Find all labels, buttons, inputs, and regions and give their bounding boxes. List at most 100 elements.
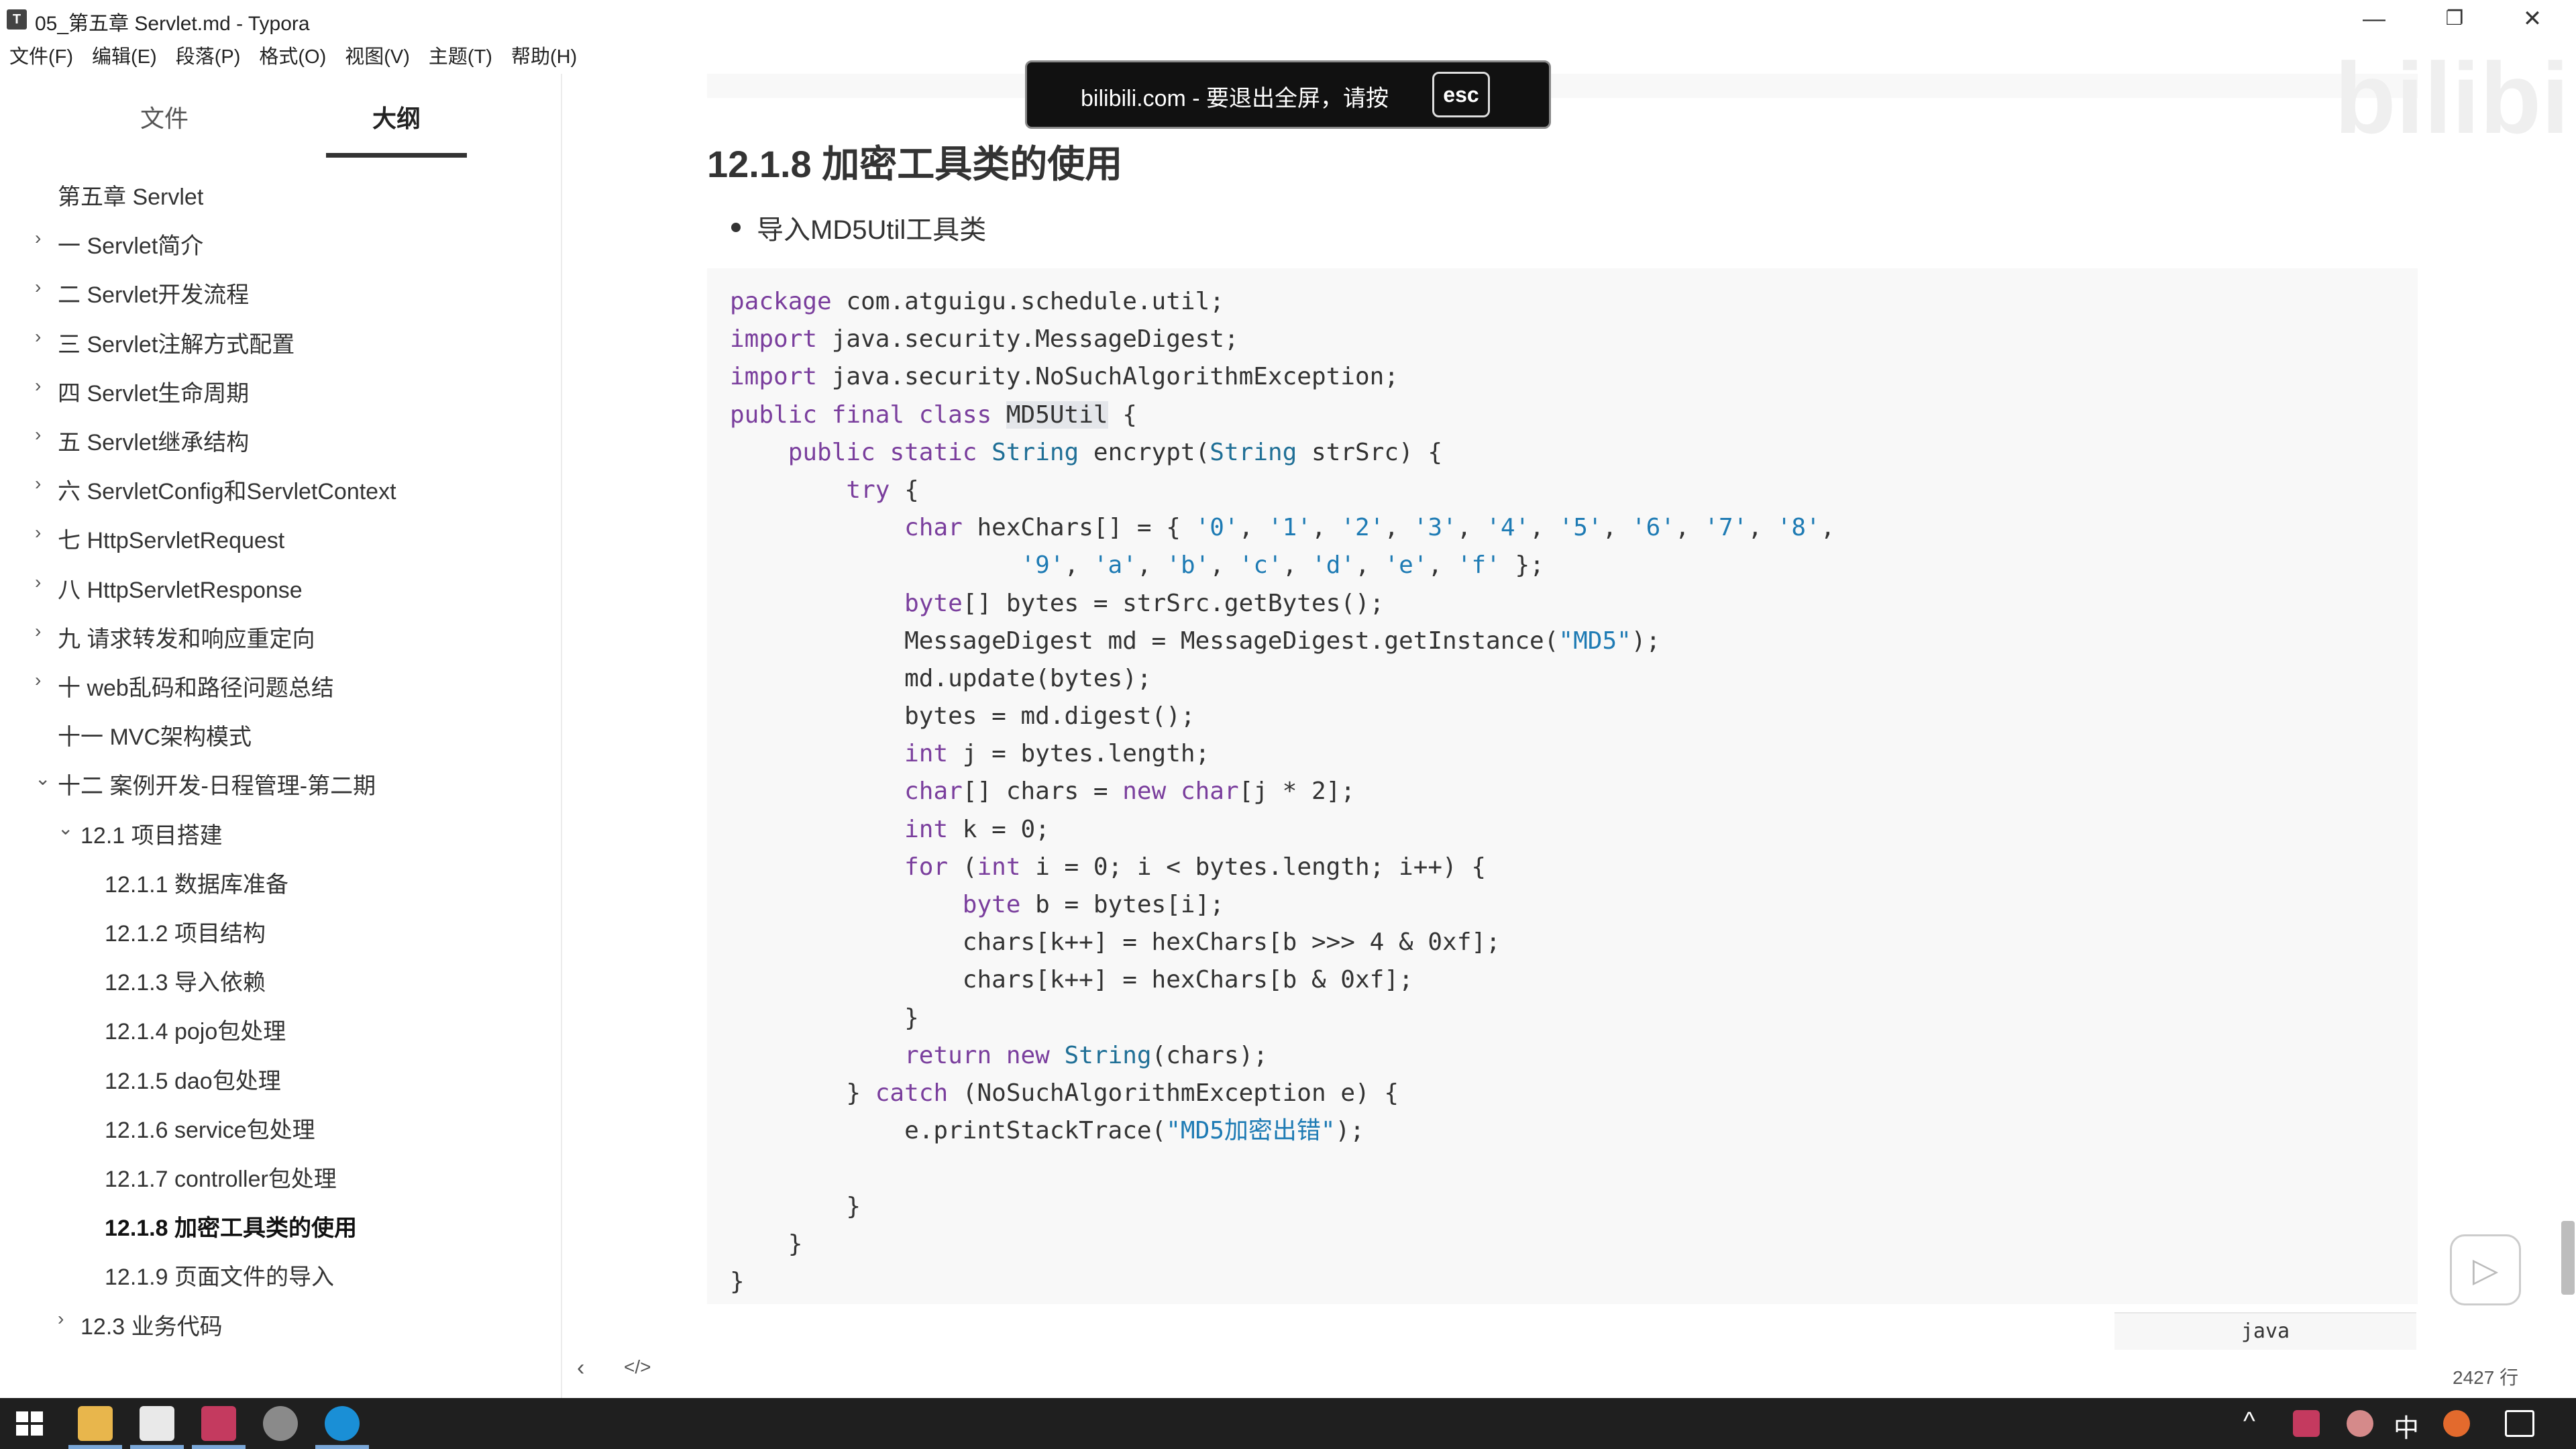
outline-item-label: 12.1.2 项目结构 [105, 921, 266, 947]
chevron-right-icon[interactable]: › [58, 1308, 74, 1330]
chevron-right-icon[interactable]: › [35, 473, 51, 494]
tab-files[interactable]: 文件 [94, 99, 235, 134]
tab-outline[interactable]: 大纲 [326, 99, 467, 134]
app-taskbar-icon[interactable] [263, 1406, 298, 1441]
code-line: try { [846, 476, 919, 504]
minimize-button[interactable]: — [2337, 0, 2411, 40]
outline-item-label: 12.1.5 dao包处理 [105, 1068, 281, 1094]
menu-format[interactable]: 格式(O) [250, 40, 335, 74]
code-line: public static String encrypt(String strS… [788, 438, 1443, 466]
outline-item[interactable]: › 五 Servlet继承结构 [35, 424, 249, 457]
notification-icon[interactable] [2505, 1410, 2534, 1437]
section-heading: 12.1.8 加密工具类的使用 [707, 143, 1123, 185]
code-line: byte[] bytes = strSrc.getBytes(); [904, 589, 1385, 617]
outline-item[interactable]: 第五章 Servlet [58, 178, 203, 211]
outline-item[interactable]: › 四 Servlet生命周期 [35, 375, 249, 408]
outline-item[interactable]: 十一 MVC架构模式 [58, 718, 252, 751]
code-line: MessageDigest md = MessageDigest.getInst… [730, 627, 1661, 655]
chevron-right-icon[interactable]: › [35, 227, 51, 249]
outline-item[interactable]: › 二 Servlet开发流程 [35, 276, 250, 309]
code-line: public final class MD5Util { [730, 400, 1137, 429]
outline-item-label: 第五章 Servlet [58, 184, 204, 210]
outline-item[interactable]: 12.1.1 数据库准备 [105, 866, 288, 899]
outline-item[interactable]: › 六 ServletConfig和ServletContext [35, 473, 396, 506]
ime-indicator[interactable]: 中 [2394, 1407, 2419, 1444]
code-line: } [730, 1230, 803, 1258]
outline-item-label: 12.1 项目搭建 [80, 822, 223, 849]
outline-item-label: 12.1.4 pojo包处理 [105, 1019, 286, 1045]
intellij-idea-icon[interactable] [201, 1406, 236, 1441]
windows-start-icon[interactable] [13, 1407, 46, 1440]
outline-item[interactable]: › 九 请求转发和响应重定向 [35, 621, 315, 653]
maximize-button[interactable]: ❐ [2418, 0, 2491, 40]
outline-item-label: 十一 MVC架构模式 [58, 724, 252, 751]
play-icon[interactable]: ▷ [2450, 1234, 2521, 1305]
menu-bar: 文件(F) 编辑(E) 段落(P) 格式(O) 视图(V) 主题(T) 帮助(H… [0, 40, 586, 74]
outline-item[interactable]: ⌄ 12.1 项目搭建 [58, 817, 223, 850]
code-block[interactable]: package com.atguigu.schedule.util; import… [707, 268, 2418, 1304]
typora-taskbar-icon[interactable] [140, 1406, 174, 1441]
chevron-right-icon[interactable]: › [35, 621, 51, 642]
chevron-right-icon[interactable]: › [35, 424, 51, 445]
outline-item[interactable]: › 八 HttpServletResponse [35, 572, 303, 604]
chevron-down-icon[interactable]: ⌄ [35, 767, 51, 790]
outline-item-label: 12.1.3 导入依赖 [105, 970, 266, 996]
close-button[interactable]: ✕ [2496, 0, 2569, 40]
outline-item[interactable]: › 三 Servlet注解方式配置 [35, 326, 294, 359]
tray-idea-icon[interactable] [2293, 1410, 2320, 1437]
line-count: 2427 行 [2453, 1367, 2519, 1388]
menu-view[interactable]: 视图(V) [335, 40, 419, 74]
sogou-input-icon[interactable] [2443, 1410, 2470, 1437]
menu-paragraph[interactable]: 段落(P) [166, 40, 250, 74]
outline-item-label: 七 HttpServletRequest [58, 528, 285, 554]
outline-item[interactable]: 12.1.3 导入依赖 [105, 964, 266, 997]
outline-item[interactable]: 12.1.8 加密工具类的使用 [105, 1210, 357, 1242]
bullet-dot-icon [731, 223, 741, 232]
outline-item-label: 九 请求转发和响应重定向 [58, 626, 315, 652]
file-explorer-icon[interactable] [78, 1406, 113, 1441]
chevron-down-icon[interactable]: ⌄ [58, 817, 74, 839]
chevron-right-icon[interactable]: › [35, 522, 51, 543]
code-line: chars[k++] = hexChars[b & 0xf]; [730, 966, 1413, 994]
menu-help[interactable]: 帮助(H) [502, 40, 586, 74]
chevron-right-icon[interactable]: › [35, 326, 51, 347]
code-line: chars[k++] = hexChars[b >>> 4 & 0xf]; [730, 928, 1501, 957]
outline-item[interactable]: 12.1.7 controller包处理 [105, 1161, 337, 1193]
code-line: import java.security.NoSuchAlgorithmExce… [730, 363, 1399, 391]
outline-item[interactable]: › 七 HttpServletRequest [35, 522, 285, 555]
tray-expand-icon[interactable]: ^ [2243, 1407, 2255, 1436]
outline-item-label: 12.1.6 service包处理 [105, 1117, 315, 1143]
edge-browser-icon[interactable] [325, 1406, 360, 1441]
code-lines: package com.atguigu.schedule.util; import… [730, 283, 1835, 1301]
menu-file[interactable]: 文件(F) [0, 40, 83, 74]
outline-item[interactable]: › 12.3 业务代码 [58, 1308, 223, 1341]
outline-item[interactable]: 12.1.2 项目结构 [105, 915, 266, 948]
chevron-right-icon[interactable]: › [35, 572, 51, 593]
outline-item[interactable]: › 一 Servlet简介 [35, 227, 203, 260]
chevron-right-icon[interactable]: › [35, 669, 51, 691]
outline-item[interactable]: 12.1.4 pojo包处理 [105, 1013, 286, 1046]
menu-edit[interactable]: 编辑(E) [83, 40, 166, 74]
chevron-right-icon[interactable]: › [35, 276, 51, 298]
outline-item[interactable]: 12.1.6 service包处理 [105, 1112, 315, 1144]
outline-item[interactable]: 12.1.5 dao包处理 [105, 1063, 281, 1095]
outline-item-label: 十二 案例开发-日程管理-第二期 [58, 773, 376, 800]
code-line: char[] chars = new char[j * 2]; [904, 777, 1356, 806]
code-language-label[interactable]: java [2114, 1312, 2416, 1350]
back-icon[interactable]: ‹ [577, 1355, 584, 1381]
active-tab-indicator [326, 153, 467, 158]
code-line: char hexChars[] = { '0', '1', '2', '3', … [904, 514, 1835, 542]
outline-item-label: 二 Servlet开发流程 [58, 282, 250, 309]
code-line: bytes = md.digest(); [730, 702, 1195, 731]
outline-item[interactable]: 12.1.9 页面文件的导入 [105, 1258, 334, 1291]
taskbar: ^ 中 [0, 1398, 2576, 1449]
outline-item[interactable]: › 十 web乱码和路径问题总结 [35, 669, 334, 702]
code-line: e.printStackTrace("MD5加密出错"); [730, 1117, 1364, 1145]
source-code-icon[interactable]: </> [624, 1356, 651, 1378]
chevron-right-icon[interactable]: › [35, 375, 51, 396]
outline-item[interactable]: ⌄ 十二 案例开发-日程管理-第二期 [35, 767, 376, 800]
menu-theme[interactable]: 主题(T) [419, 40, 502, 74]
code-line: for (int i = 0; i < bytes.length; i++) { [904, 853, 1487, 881]
tray-app-icon[interactable] [2347, 1410, 2373, 1437]
scrollbar-thumb[interactable] [2561, 1221, 2575, 1295]
